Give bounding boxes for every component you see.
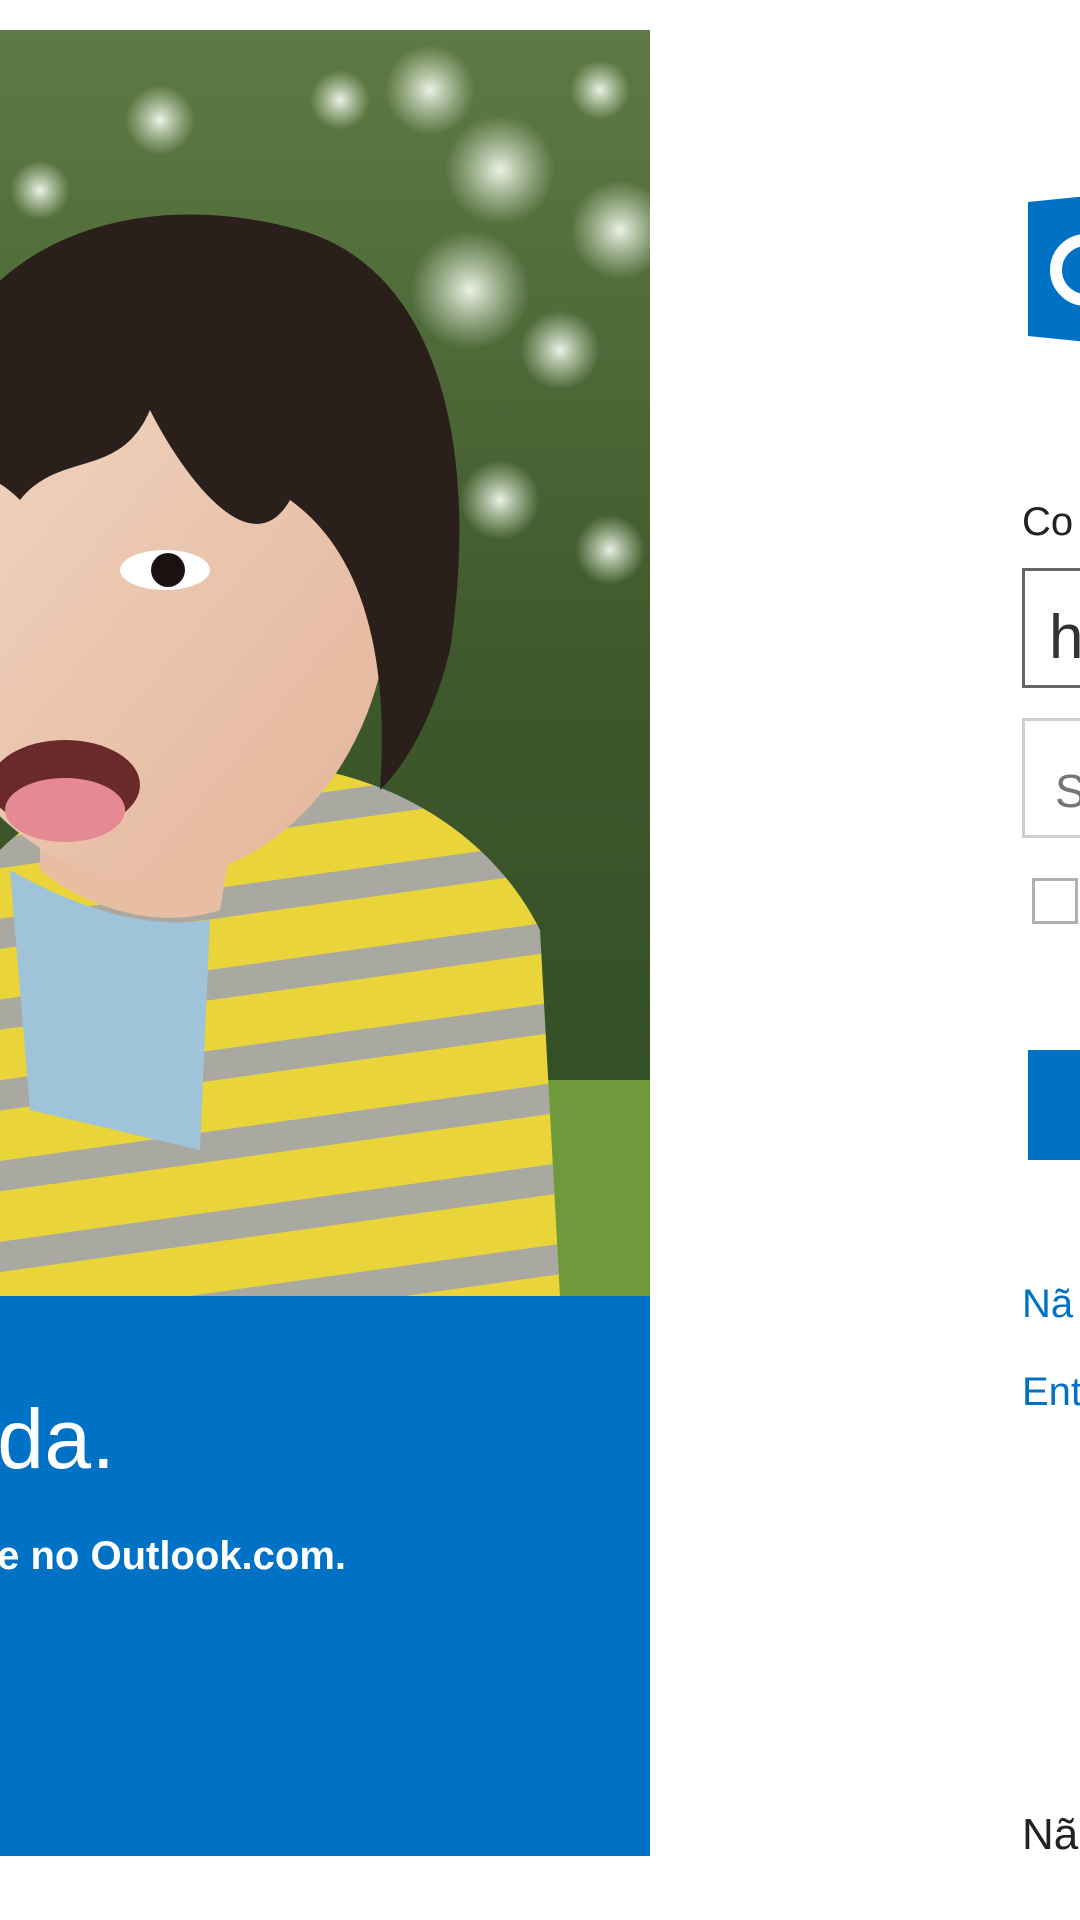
email-field[interactable] [1022,568,1080,688]
sign-in-button[interactable] [1028,1050,1080,1160]
signin-panel: Co Nã Ent Nã [1022,0,1080,1920]
hero-caption: ada. le no Outlook.com. [0,1296,650,1856]
no-account-text: Nã [1022,1810,1079,1859]
outlook-logo-icon [1028,190,1080,348]
email-field-label: Co [1022,500,1074,544]
sign-in-single-use-code-link[interactable]: Ent [1022,1370,1080,1415]
cant-access-account-link[interactable]: Nã [1022,1282,1073,1327]
hero-photo [0,30,650,1296]
page: ada. le no Outlook.com. Co Nã Ent Nã [0,0,1080,1920]
hero-panel: ada. le no Outlook.com. [0,30,650,1856]
hero-subtitle: le no Outlook.com. [0,1534,347,1578]
hero-headline: ada. [0,1392,116,1486]
password-field[interactable] [1022,718,1080,838]
remember-me-checkbox[interactable] [1032,878,1078,924]
